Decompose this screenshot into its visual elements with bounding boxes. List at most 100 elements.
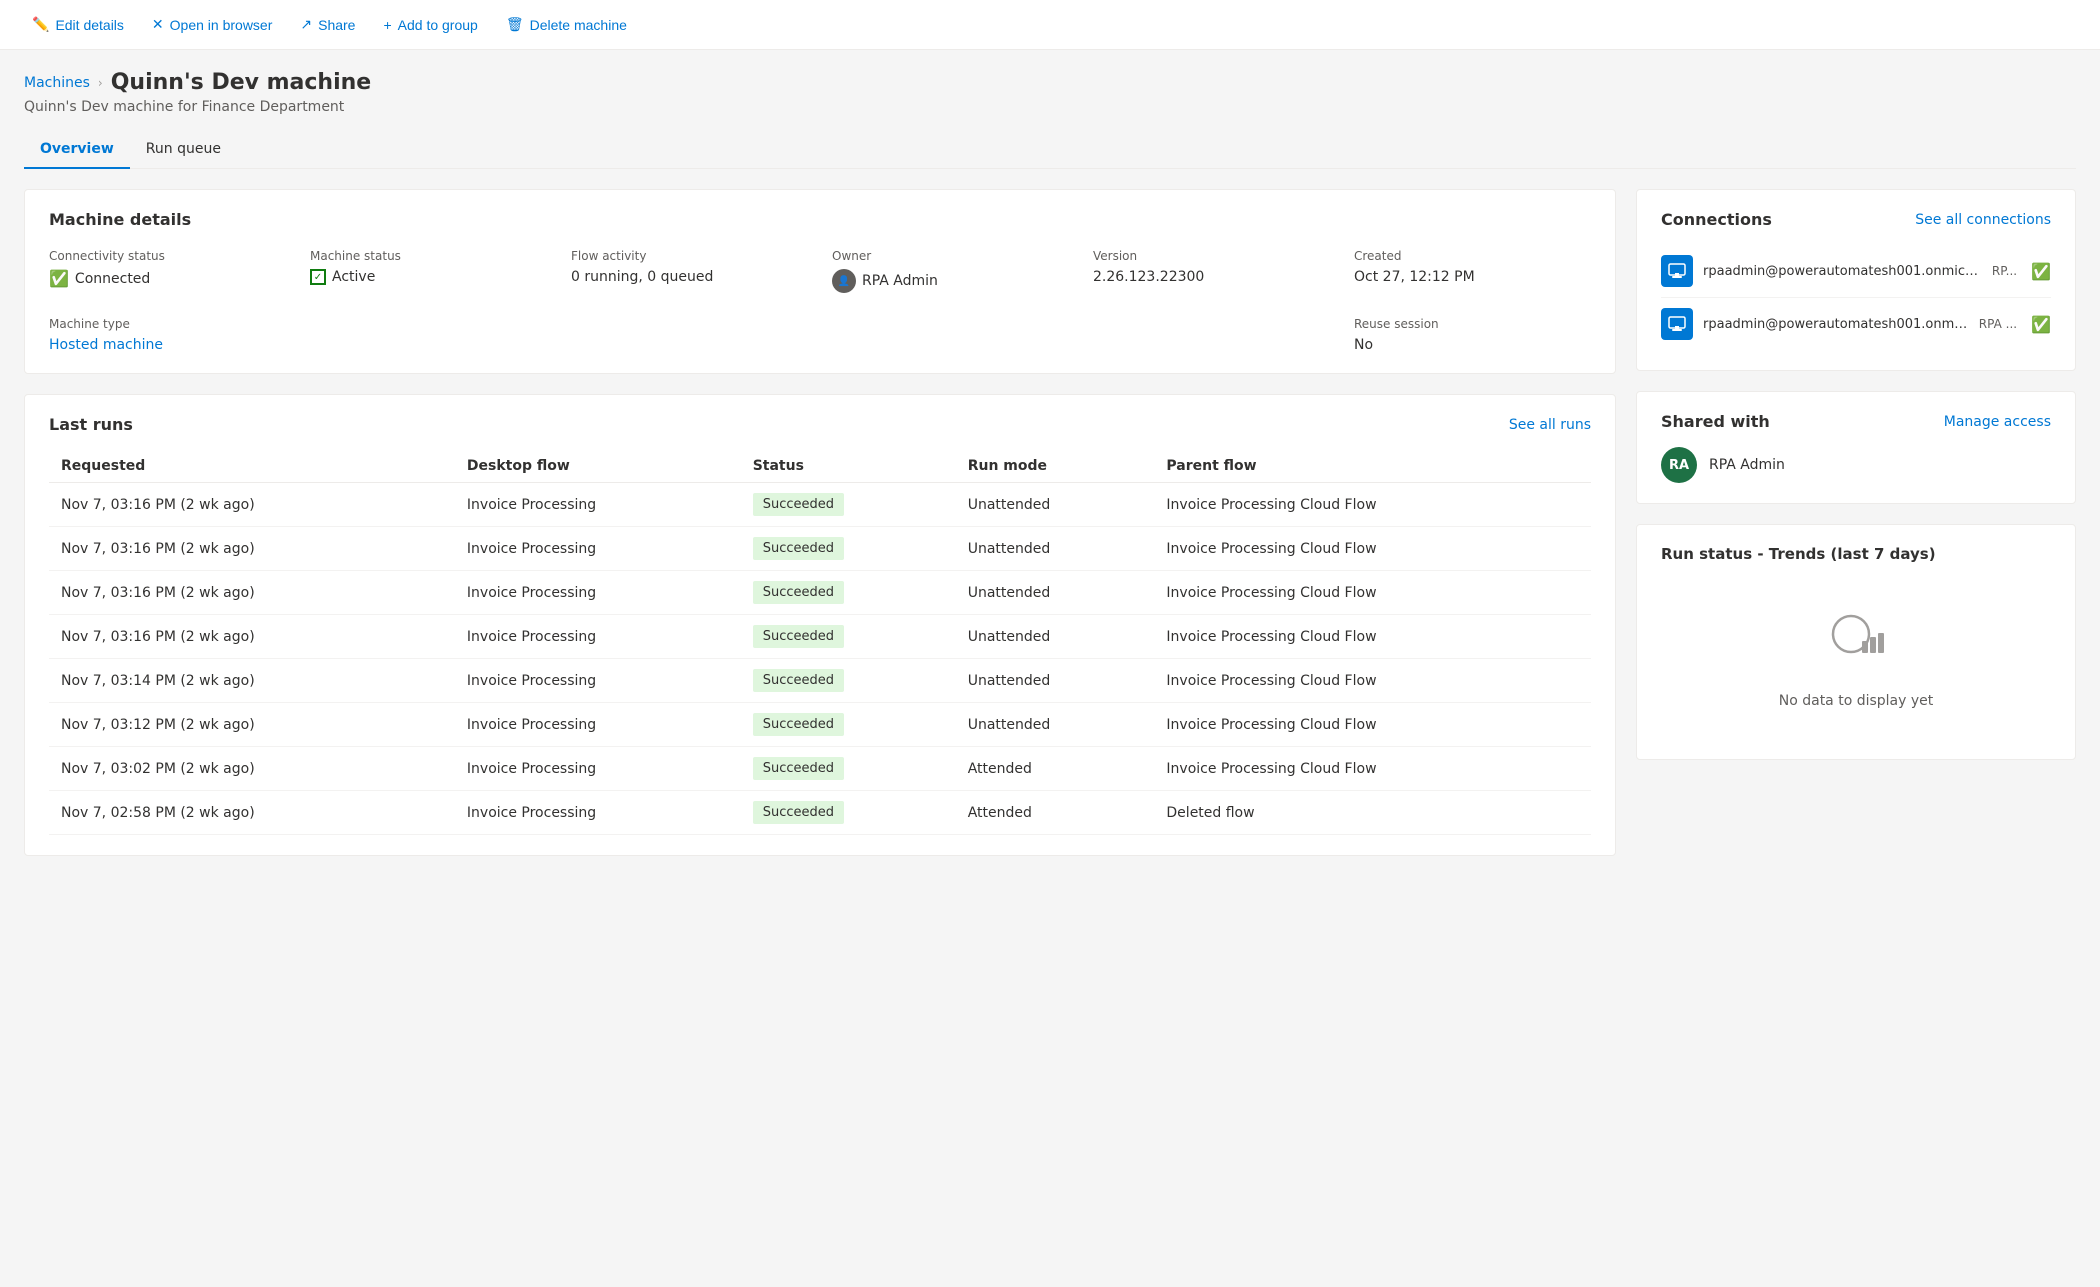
connected-icon: ✅	[49, 269, 69, 288]
share-icon: ↗	[300, 16, 312, 33]
connection-icon	[1661, 255, 1693, 287]
add-to-group-button[interactable]: + Add to group	[371, 11, 489, 39]
table-row[interactable]: Nov 7, 03:02 PM (2 wk ago) Invoice Proce…	[49, 747, 1591, 791]
connectivity-status-label: Connectivity status	[49, 249, 286, 263]
edit-icon: ✏️	[32, 16, 49, 33]
cell-run-mode: Attended	[956, 791, 1155, 835]
edit-details-button[interactable]: ✏️ Edit details	[20, 10, 136, 39]
add-to-group-label: Add to group	[398, 17, 478, 33]
cell-desktop-flow: Invoice Processing	[455, 571, 741, 615]
version-label: Version	[1093, 249, 1330, 263]
open-browser-button[interactable]: ✕ Open in browser	[140, 10, 284, 39]
avatar: RA	[1661, 447, 1697, 483]
table-row[interactable]: Nov 7, 03:16 PM (2 wk ago) Invoice Proce…	[49, 527, 1591, 571]
cell-requested: Nov 7, 03:16 PM (2 wk ago)	[49, 571, 455, 615]
table-row[interactable]: Nov 7, 03:14 PM (2 wk ago) Invoice Proce…	[49, 659, 1591, 703]
cell-status: Succeeded	[741, 615, 956, 659]
connection-badge: RPA ...	[1979, 317, 2017, 331]
open-browser-icon: ✕	[152, 16, 164, 33]
status-badge: Succeeded	[753, 669, 844, 692]
no-data-container: No data to display yet	[1661, 579, 2051, 739]
col-parent-flow: Parent flow	[1154, 450, 1591, 483]
tab-run-queue[interactable]: Run queue	[130, 131, 237, 169]
cell-requested: Nov 7, 03:16 PM (2 wk ago)	[49, 483, 455, 527]
cell-parent-flow: Deleted flow	[1154, 791, 1591, 835]
shared-with-header: Shared with Manage access	[1661, 412, 2051, 431]
cell-run-mode: Unattended	[956, 571, 1155, 615]
connections-list: rpaadmin@powerautomatesh001.onmicros... …	[1661, 245, 2051, 350]
owner-label: Owner	[832, 249, 1069, 263]
shared-with-title: Shared with	[1661, 412, 1770, 431]
machine-status-item: Machine status ✓ Active	[310, 249, 547, 293]
active-icon: ✓	[310, 269, 326, 285]
cell-desktop-flow: Invoice Processing	[455, 703, 741, 747]
side-column: Connections See all connections rpaadmin…	[1636, 189, 2076, 760]
machine-type-label: Machine type	[49, 317, 286, 331]
cell-run-mode: Unattended	[956, 615, 1155, 659]
cell-desktop-flow: Invoice Processing	[455, 747, 741, 791]
owner-value: 👤 RPA Admin	[832, 269, 1069, 293]
cell-desktop-flow: Invoice Processing	[455, 791, 741, 835]
breadcrumb-parent[interactable]: Machines	[24, 75, 90, 91]
machine-type-item: Machine type Hosted machine	[49, 317, 286, 353]
cell-desktop-flow: Invoice Processing	[455, 527, 741, 571]
connection-item: rpaadmin@powerautomatesh001.onmicro... R…	[1661, 298, 2051, 350]
status-badge: Succeeded	[753, 801, 844, 824]
reuse-session-item: Reuse session No	[1354, 317, 1591, 353]
cell-status: Succeeded	[741, 791, 956, 835]
machine-details-card: Machine details Connectivity status ✅ Co…	[24, 189, 1616, 374]
cell-requested: Nov 7, 03:02 PM (2 wk ago)	[49, 747, 455, 791]
machine-details-grid: Connectivity status ✅ Connected Machine …	[49, 249, 1591, 353]
machine-status-label: Machine status	[310, 249, 547, 263]
status-badge: Succeeded	[753, 757, 844, 780]
connection-icon	[1661, 308, 1693, 340]
status-badge: Succeeded	[753, 625, 844, 648]
owner-item: Owner 👤 RPA Admin	[832, 249, 1069, 293]
page-subtitle: Quinn's Dev machine for Finance Departme…	[24, 99, 2076, 115]
status-badge: Succeeded	[753, 581, 844, 604]
table-row[interactable]: Nov 7, 03:16 PM (2 wk ago) Invoice Proce…	[49, 571, 1591, 615]
share-button[interactable]: ↗ Share	[288, 10, 367, 39]
cell-status: Succeeded	[741, 659, 956, 703]
manage-access-link[interactable]: Manage access	[1944, 414, 2051, 430]
no-data-text: No data to display yet	[1779, 693, 1934, 709]
cell-run-mode: Unattended	[956, 527, 1155, 571]
reuse-session-label: Reuse session	[1354, 317, 1591, 331]
cell-parent-flow: Invoice Processing Cloud Flow	[1154, 747, 1591, 791]
share-label: Share	[318, 17, 355, 33]
connection-check-icon: ✅	[2031, 262, 2051, 281]
flow-activity-label: Flow activity	[571, 249, 808, 263]
last-runs-title: Last runs	[49, 415, 133, 434]
cell-status: Succeeded	[741, 571, 956, 615]
page-container: Machines › Quinn's Dev machine Quinn's D…	[0, 50, 2100, 876]
cell-run-mode: Unattended	[956, 483, 1155, 527]
cell-desktop-flow: Invoice Processing	[455, 615, 741, 659]
status-badge: Succeeded	[753, 713, 844, 736]
cell-parent-flow: Invoice Processing Cloud Flow	[1154, 703, 1591, 747]
see-all-runs-link[interactable]: See all runs	[1509, 417, 1591, 433]
machine-status-value: ✓ Active	[310, 269, 547, 285]
col-requested: Requested	[49, 450, 455, 483]
connection-badge: RP...	[1992, 264, 2017, 278]
runs-table-header: Requested Desktop flow Status Run mode P…	[49, 450, 1591, 483]
content-layout: Machine details Connectivity status ✅ Co…	[24, 189, 2076, 856]
owner-avatar: 👤	[832, 269, 856, 293]
cell-run-mode: Attended	[956, 747, 1155, 791]
table-row[interactable]: Nov 7, 03:12 PM (2 wk ago) Invoice Proce…	[49, 703, 1591, 747]
status-badge: Succeeded	[753, 537, 844, 560]
table-row[interactable]: Nov 7, 02:58 PM (2 wk ago) Invoice Proce…	[49, 791, 1591, 835]
page-title: Quinn's Dev machine	[111, 70, 372, 95]
machine-type-value: Hosted machine	[49, 337, 286, 353]
cell-requested: Nov 7, 02:58 PM (2 wk ago)	[49, 791, 455, 835]
tab-overview[interactable]: Overview	[24, 131, 130, 169]
cell-run-mode: Unattended	[956, 703, 1155, 747]
user-name: RPA Admin	[1709, 457, 1785, 473]
col-desktop-flow: Desktop flow	[455, 450, 741, 483]
cell-requested: Nov 7, 03:14 PM (2 wk ago)	[49, 659, 455, 703]
cell-parent-flow: Invoice Processing Cloud Flow	[1154, 483, 1591, 527]
table-row[interactable]: Nov 7, 03:16 PM (2 wk ago) Invoice Proce…	[49, 483, 1591, 527]
see-all-connections-link[interactable]: See all connections	[1915, 212, 2051, 228]
table-row[interactable]: Nov 7, 03:16 PM (2 wk ago) Invoice Proce…	[49, 615, 1591, 659]
created-label: Created	[1354, 249, 1591, 263]
delete-machine-button[interactable]: 🗑 Delete machine	[494, 10, 639, 39]
